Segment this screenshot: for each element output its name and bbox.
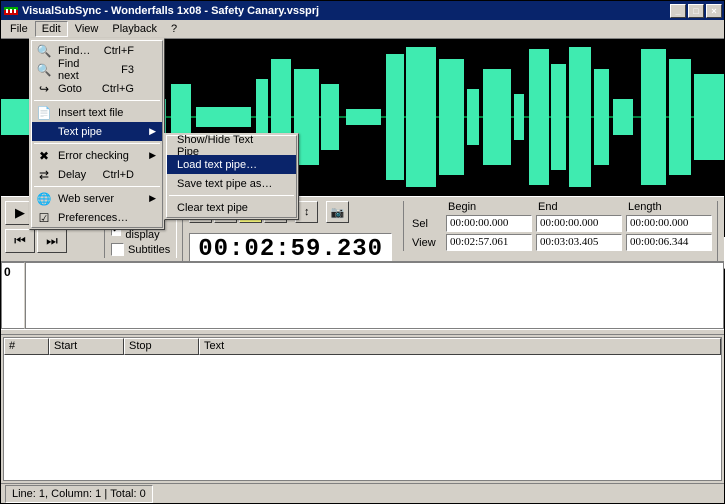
find-icon: 🔍 [34, 44, 54, 58]
col-text[interactable]: Text [199, 338, 721, 355]
view-label: View [412, 237, 442, 249]
window-title: VisualSubSync - Wonderfalls 1x08 - Safet… [22, 5, 670, 17]
status-cursor: Line: 1, Column: 1 | Total: 0 [5, 485, 153, 503]
sel-label: Sel [412, 218, 442, 230]
next-button[interactable]: ⏭ [37, 229, 67, 253]
separator [34, 186, 160, 187]
text-edit-row: 0 [1, 261, 724, 329]
web-icon: 🌐 [34, 192, 54, 206]
menu-text-pipe[interactable]: Text pipe▶ [32, 122, 162, 141]
prev-button[interactable]: ⏮ [5, 229, 35, 253]
delay-icon: ⇄ [34, 168, 54, 182]
error-icon: ✖ [34, 149, 54, 163]
menu-file[interactable]: File [3, 21, 35, 37]
app-window: VisualSubSync - Wonderfalls 1x08 - Safet… [0, 0, 725, 504]
view-end-field[interactable]: 00:03:03.405 [536, 234, 622, 251]
text-pipe-submenu: Show/Hide Text Pipe Load text pipe… Save… [164, 133, 299, 220]
submenu-arrow-icon: ▶ [149, 150, 156, 161]
menu-clear-text-pipe[interactable]: Clear text pipe [167, 198, 296, 217]
menu-web-server[interactable]: 🌐Web server▶ [32, 189, 162, 208]
menu-insert-text-file[interactable]: 📄Insert text file [32, 103, 162, 122]
sel-begin-field[interactable]: 00:00:00.000 [446, 215, 532, 232]
menu-edit[interactable]: Edit [35, 21, 68, 37]
subtitle-text-edit[interactable] [25, 262, 724, 329]
menu-view[interactable]: View [68, 21, 106, 37]
menu-find-next[interactable]: 🔍Find nextF3 [32, 60, 162, 79]
end-header: End [536, 201, 622, 213]
list-body[interactable] [4, 355, 721, 480]
prefs-icon: ☑ [34, 211, 54, 225]
separator [169, 195, 294, 196]
file-icon: 📄 [34, 106, 54, 120]
camera-button[interactable]: 📷 [326, 201, 349, 223]
menu-show-hide-text-pipe[interactable]: Show/Hide Text Pipe [167, 136, 296, 155]
view-length-field[interactable]: 00:00:06.344 [626, 234, 712, 251]
time-grid: Begin End Length Sel 00:00:00.000 00:00:… [412, 201, 712, 251]
titlebar[interactable]: VisualSubSync - Wonderfalls 1x08 - Safet… [1, 1, 724, 20]
menu-error-checking[interactable]: ✖Error checking▶ [32, 146, 162, 165]
menu-load-text-pipe[interactable]: Load text pipe… [167, 155, 296, 174]
menu-playback[interactable]: Playback [105, 21, 164, 37]
menu-delay[interactable]: ⇄DelayCtrl+D [32, 165, 162, 184]
menu-preferences[interactable]: ☑Preferences… [32, 208, 162, 227]
menu-goto[interactable]: ↪GotoCtrl+G [32, 79, 162, 98]
col-start[interactable]: Start [49, 338, 124, 355]
menubar: File Edit View Playback ? 🔍Find…Ctrl+F 🔍… [1, 20, 724, 39]
separator [34, 100, 160, 101]
subtitle-list[interactable]: # Start Stop Text [3, 337, 722, 481]
submenu-arrow-icon: ▶ [149, 126, 156, 137]
sel-length-field[interactable]: 00:00:00.000 [626, 215, 712, 232]
menu-save-text-pipe[interactable]: Save text pipe as… [167, 174, 296, 193]
maximize-button[interactable]: □ [688, 4, 704, 18]
submenu-arrow-icon: ▶ [149, 193, 156, 204]
view-begin-field[interactable]: 00:02:57.061 [446, 234, 532, 251]
separator [34, 143, 160, 144]
length-header: Length [626, 201, 712, 213]
splitter[interactable] [1, 329, 724, 335]
col-num[interactable]: # [4, 338, 49, 355]
menu-find[interactable]: 🔍Find…Ctrl+F [32, 41, 162, 60]
minimize-button[interactable]: _ [670, 4, 686, 18]
goto-icon: ↪ [34, 82, 54, 96]
begin-header: Begin [446, 201, 532, 213]
subtitles-checkbox[interactable]: Subtitles [111, 243, 170, 256]
menu-help[interactable]: ? [164, 21, 184, 37]
app-icon [3, 3, 19, 19]
statusbar: Line: 1, Column: 1 | Total: 0 [1, 483, 724, 503]
close-button[interactable]: × [706, 4, 722, 18]
find-next-icon: 🔍 [34, 63, 54, 77]
line-number: 0 [1, 262, 25, 329]
col-stop[interactable]: Stop [124, 338, 199, 355]
list-header: # Start Stop Text [4, 338, 721, 355]
sel-end-field[interactable]: 00:00:00.000 [536, 215, 622, 232]
edit-menu-dropdown: 🔍Find…Ctrl+F 🔍Find nextF3 ↪GotoCtrl+G 📄I… [29, 38, 165, 230]
